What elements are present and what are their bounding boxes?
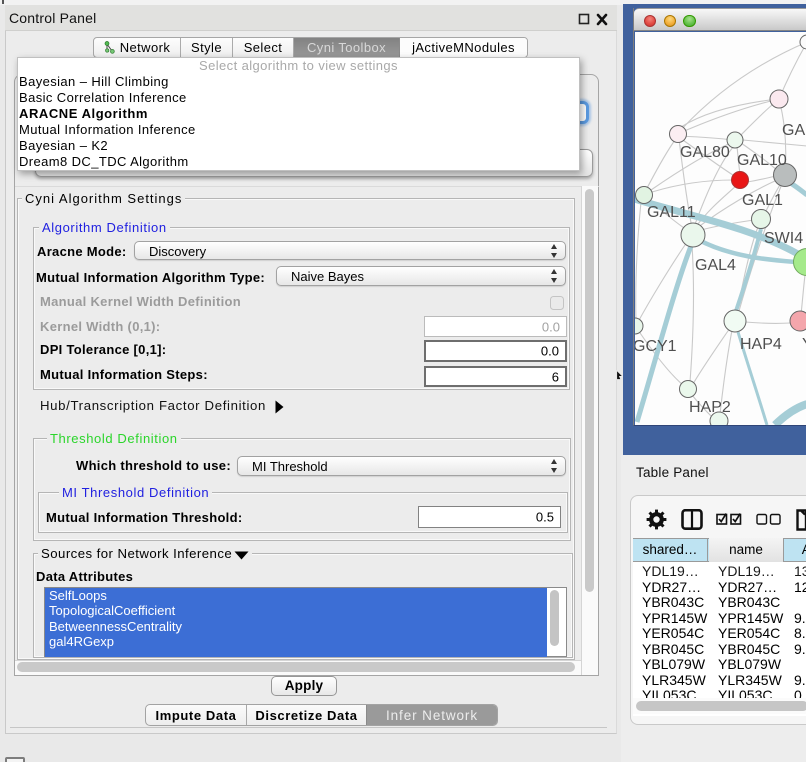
svg-text:GAL1: GAL1 bbox=[742, 192, 783, 209]
svg-text:GAL: GAL bbox=[782, 122, 806, 139]
svg-text:Y: Y bbox=[802, 336, 806, 353]
svg-text:GAL80: GAL80 bbox=[680, 144, 730, 161]
svg-text:HAP2: HAP2 bbox=[689, 399, 731, 416]
svg-text:GAL11: GAL11 bbox=[647, 204, 696, 221]
svg-text:GAL10: GAL10 bbox=[737, 152, 787, 169]
svg-text:GAL4: GAL4 bbox=[695, 257, 736, 274]
svg-text:HAP4: HAP4 bbox=[740, 336, 782, 353]
svg-text:SWI4: SWI4 bbox=[764, 230, 803, 247]
svg-text:GCY1: GCY1 bbox=[635, 338, 677, 355]
